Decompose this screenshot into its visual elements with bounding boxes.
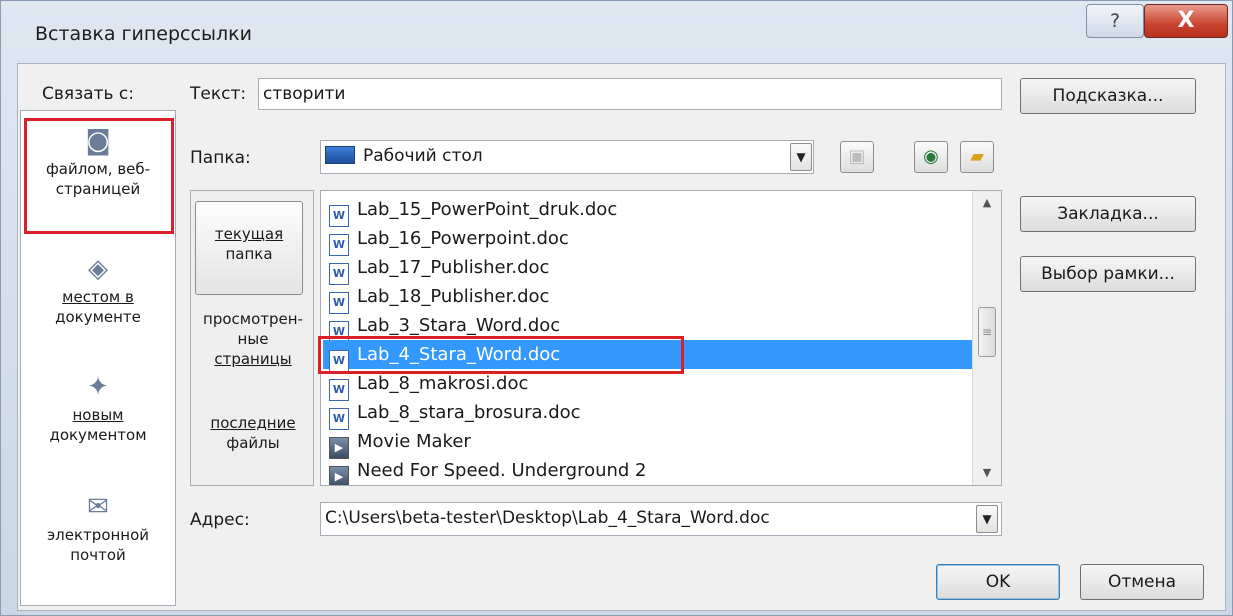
link-item-new-document[interactable]: ✦ новым документом: [23, 373, 173, 445]
highlight-frame-selected-file: [318, 336, 684, 374]
shortcut-app-icon: ▶: [329, 466, 349, 485]
link-item-label: документе: [55, 308, 141, 326]
ok-button[interactable]: OK: [936, 564, 1060, 600]
vertical-scrollbar[interactable]: ▲ ≡ ▼: [972, 191, 1001, 485]
text-label: Текст:: [190, 84, 247, 104]
chevron-down-icon[interactable]: ▼: [790, 143, 812, 171]
scroll-up-icon[interactable]: ▲: [973, 191, 1001, 215]
new-document-icon: ✦: [87, 372, 109, 402]
list-item[interactable]: W Lab_15_PowerPoint_druk.doc: [323, 195, 973, 227]
nav-browsed-pages[interactable]: просмотрен- ные страницы: [195, 309, 311, 369]
browse-file-icon[interactable]: ▰: [960, 141, 994, 173]
nav-label: файлы: [226, 434, 280, 452]
nav-recent-files[interactable]: последние файлы: [195, 413, 311, 453]
help-button[interactable]: ?: [1086, 4, 1144, 38]
file-name: Lab_16_Powerpoint.doc: [357, 228, 569, 249]
link-item-label: новым: [72, 406, 124, 424]
list-item[interactable]: ▶ Movie Maker: [323, 427, 973, 459]
browse-web-icon[interactable]: ◉: [914, 141, 948, 173]
link-item-label: местом в: [62, 288, 134, 306]
file-name: Lab_8_stara_brosura.doc: [357, 402, 581, 423]
nav-label: текущая: [214, 225, 284, 243]
address-label: Адрес:: [190, 510, 250, 530]
link-item-place-in-document[interactable]: ◈ местом в документе: [23, 255, 173, 327]
scroll-down-icon[interactable]: ▼: [973, 461, 1001, 485]
desktop-folder-icon: [325, 146, 355, 164]
dialog-title: Вставка гиперссылки: [35, 23, 252, 45]
folder-value: Рабочий стол: [363, 146, 483, 166]
hyperlink-dialog: Вставка гиперссылки ? X Связать с: ◙ фай…: [0, 0, 1233, 616]
document-place-icon: ◈: [88, 254, 108, 284]
up-folder-icon[interactable]: ▣: [840, 141, 874, 173]
email-icon: ✉: [87, 492, 109, 522]
file-name: Lab_3_Stara_Word.doc: [357, 315, 561, 336]
link-item-label: почтой: [70, 546, 126, 564]
chevron-down-icon[interactable]: ▼: [976, 505, 998, 533]
target-frame-button[interactable]: Выбор рамки...: [1020, 256, 1196, 292]
file-name: Lab_8_makrosi.doc: [357, 373, 529, 394]
lookin-nav: текущая папка просмотрен- ные страницы п…: [190, 190, 314, 486]
close-button[interactable]: X: [1144, 4, 1228, 38]
link-item-email[interactable]: ✉ электронной почтой: [23, 493, 173, 565]
nav-label: ные: [237, 330, 269, 348]
file-name: Movie Maker: [357, 431, 471, 452]
list-item[interactable]: W Lab_17_Publisher.doc: [323, 253, 973, 285]
link-item-label: документом: [49, 426, 147, 444]
bookmark-button[interactable]: Закладка...: [1020, 196, 1196, 232]
nav-label: папка: [225, 245, 273, 263]
cancel-button[interactable]: Отмена: [1080, 564, 1204, 600]
list-item[interactable]: W Lab_16_Powerpoint.doc: [323, 224, 973, 256]
file-name: Lab_17_Publisher.doc: [357, 257, 550, 278]
screen-tip-button[interactable]: Подсказка...: [1020, 78, 1196, 114]
link-to-label: Связать с:: [42, 84, 134, 104]
list-item[interactable]: W Lab_8_stara_brosura.doc: [323, 398, 973, 430]
folder-dropdown[interactable]: Рабочий стол: [320, 140, 814, 174]
highlight-frame-link-type: [24, 118, 174, 234]
nav-label: просмотрен-: [203, 310, 303, 328]
nav-label: страницы: [214, 350, 292, 368]
scroll-thumb[interactable]: ≡: [978, 307, 996, 357]
dialog-body: Связать с: ◙ файлом, веб- страницей ◈ ме…: [17, 63, 1226, 611]
file-name: Need For Speed. Underground 2: [357, 460, 647, 481]
file-name: Lab_18_Publisher.doc: [357, 286, 550, 307]
file-name: Lab_15_PowerPoint_druk.doc: [357, 199, 618, 220]
list-item[interactable]: W Lab_18_Publisher.doc: [323, 282, 973, 314]
display-text-input[interactable]: створити: [258, 78, 1002, 110]
nav-current-folder[interactable]: текущая папка: [195, 201, 303, 295]
nav-label: последние: [210, 414, 296, 432]
folder-label: Папка:: [190, 148, 251, 168]
link-item-label: электронной: [46, 526, 150, 544]
address-input[interactable]: C:\Users\beta-tester\Desktop\Lab_4_Stara…: [320, 502, 1002, 536]
title-bar[interactable]: Вставка гиперссылки ? X: [1, 1, 1233, 63]
list-item[interactable]: ▶ Need For Speed. Underground 2: [323, 456, 973, 485]
